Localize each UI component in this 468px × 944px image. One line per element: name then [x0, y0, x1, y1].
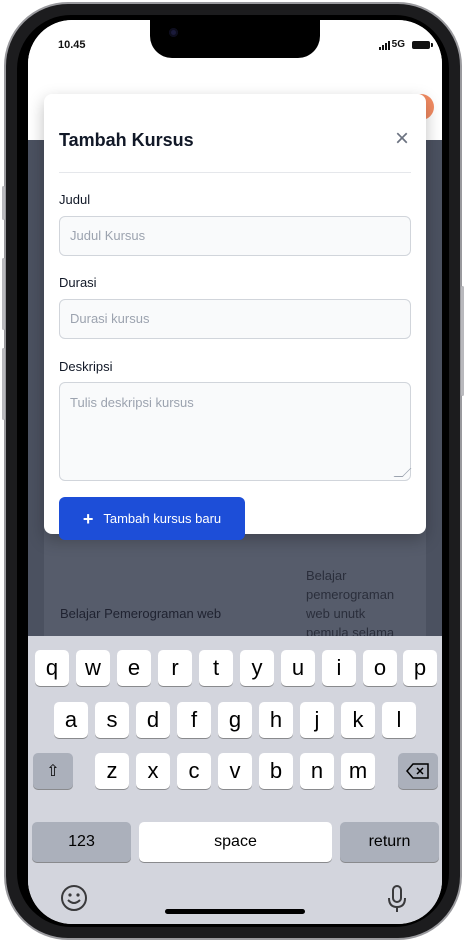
duration-label: Durasi [59, 275, 97, 290]
space-key[interactable]: space [139, 822, 332, 862]
key-w[interactable]: w [76, 650, 110, 686]
key-c[interactable]: c [177, 753, 211, 789]
key-l[interactable]: l [382, 702, 416, 738]
key-z[interactable]: z [95, 753, 129, 789]
title-input[interactable]: Judul Kursus [59, 216, 411, 256]
network-type: 5G [391, 39, 405, 50]
camera-icon [169, 28, 178, 37]
key-j[interactable]: j [300, 702, 334, 738]
key-p[interactable]: p [403, 650, 437, 686]
power-button [461, 286, 464, 396]
signal-icon [379, 41, 390, 50]
key-f[interactable]: f [177, 702, 211, 738]
resize-handle-icon[interactable] [393, 468, 412, 477]
notch [150, 20, 320, 58]
return-key[interactable]: return [340, 822, 439, 862]
description-textarea[interactable]: Tulis deskripsi kursus [59, 382, 412, 481]
volume-up-button [2, 258, 5, 330]
plus-icon: + [82, 508, 94, 529]
description-label: Deskripsi [59, 359, 113, 374]
course-title-cell: Belajar Pemerograman web [60, 606, 222, 621]
key-m[interactable]: m [341, 753, 375, 789]
add-course-modal: Tambah Kursus × Judul Judul Kursus Duras… [44, 94, 426, 540]
key-v[interactable]: v [218, 753, 252, 789]
key-t[interactable]: t [199, 650, 233, 686]
key-q[interactable]: q [35, 650, 69, 686]
key-n[interactable]: n [300, 753, 334, 789]
silent-switch [2, 186, 5, 220]
keyboard: q w e r t y u i o p a s d f g h j k l ⇧ … [28, 636, 442, 924]
key-x[interactable]: x [136, 753, 170, 789]
add-course-button[interactable]: + Tambah kursus baru [59, 497, 245, 540]
key-d[interactable]: d [136, 702, 170, 738]
shift-icon[interactable]: ⇧ [33, 753, 73, 789]
key-h[interactable]: h [259, 702, 293, 738]
add-course-button-label: Tambah kursus baru [103, 511, 222, 526]
battery-icon [412, 41, 433, 49]
status-time: 10.45 [58, 39, 86, 51]
description-placeholder: Tulis deskripsi kursus [70, 395, 194, 410]
numbers-key[interactable]: 123 [32, 822, 131, 862]
volume-down-button [2, 348, 5, 420]
emoji-icon[interactable] [60, 884, 88, 917]
key-y[interactable]: y [240, 650, 274, 686]
screen: 10.45 5G bulan Belajar Pemerograman web … [28, 20, 442, 924]
key-s[interactable]: s [95, 702, 129, 738]
key-g[interactable]: g [218, 702, 252, 738]
key-a[interactable]: a [54, 702, 88, 738]
close-icon[interactable]: × [392, 127, 412, 151]
key-o[interactable]: o [363, 650, 397, 686]
key-e[interactable]: e [117, 650, 151, 686]
modal-divider [59, 172, 411, 173]
modal-title: Tambah Kursus [59, 130, 194, 150]
key-r[interactable]: r [158, 650, 192, 686]
title-label: Judul [59, 192, 91, 207]
duration-input[interactable]: Durasi kursus [59, 299, 411, 339]
key-k[interactable]: k [341, 702, 375, 738]
backspace-icon[interactable] [398, 753, 438, 789]
course-description-cell: Belajar pemerograman web unutk pemula se… [306, 568, 395, 640]
key-u[interactable]: u [281, 650, 315, 686]
home-indicator[interactable] [165, 909, 305, 914]
microphone-icon[interactable] [386, 884, 408, 919]
key-i[interactable]: i [322, 650, 356, 686]
key-b[interactable]: b [259, 753, 293, 789]
